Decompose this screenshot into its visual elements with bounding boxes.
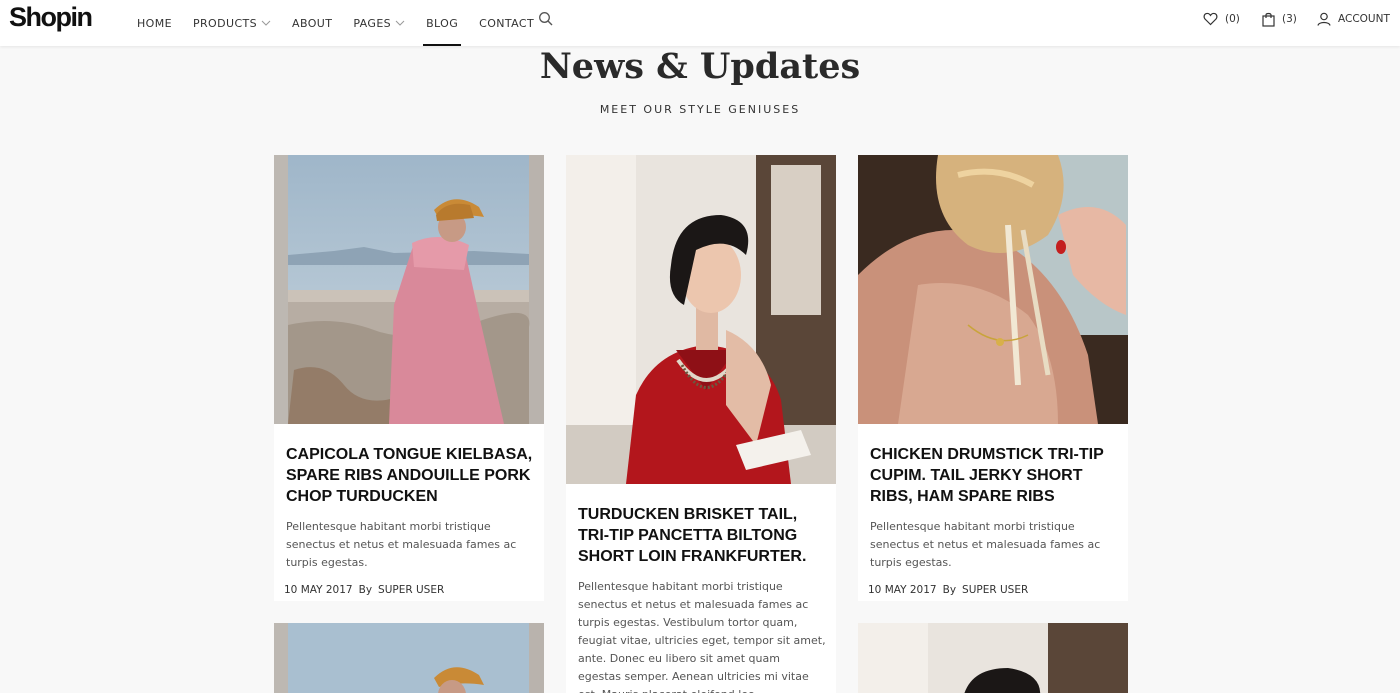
heart-icon: [1203, 12, 1218, 26]
chevron-down-icon: [261, 20, 271, 26]
logo[interactable]: Shopin: [9, 2, 93, 33]
nav-products-label: PRODUCTS: [192, 16, 258, 30]
post-title[interactable]: CHICKEN DRUMSTICK TRI-TIP CUPIM. TAIL JE…: [870, 444, 1118, 507]
post-image-woman-red-shirt: [858, 623, 1128, 693]
post-meta: 10 MAY 2017 By SUPER USER: [284, 584, 534, 596]
post-excerpt: Pellentesque habitant morbi tristique se…: [870, 520, 1101, 569]
cart-count: (3): [1282, 13, 1297, 25]
post-excerpt: Pellentesque habitant morbi tristique se…: [578, 580, 826, 693]
post-author[interactable]: SUPER USER: [378, 584, 444, 596]
post-by: By: [942, 584, 957, 596]
post-image[interactable]: [858, 155, 1128, 424]
cart-button[interactable]: (3): [1262, 0, 1297, 38]
shopping-bag-icon: [1262, 12, 1275, 27]
section-title: News & Updates: [539, 46, 861, 87]
nav-contact-label: CONTACT: [479, 16, 535, 30]
nav-blog-label: BLOG: [426, 16, 459, 30]
post-image-blonde-updo: [858, 155, 1128, 424]
post-title[interactable]: TURDUCKEN BRISKET TAIL, TRI-TIP PANCETTA…: [578, 504, 826, 567]
blog-card: CAPICOLA TONGUE KIELBASA, SPARE RIBS AND…: [274, 155, 544, 601]
post-image[interactable]: [858, 623, 1128, 693]
post-image-woman-red-shirt: [566, 155, 836, 484]
post-body: CAPICOLA TONGUE KIELBASA, SPARE RIBS AND…: [284, 444, 534, 596]
post-excerpt: Pellentesque habitant morbi tristique se…: [286, 520, 517, 569]
site-header: Shopin HOME PRODUCTS ABOUT PAGES BLOG CO…: [0, 0, 1400, 46]
blog-card: CHICKEN DRUMSTICK TRI-TIP CUPIM. TAIL JE…: [858, 155, 1128, 601]
blog-card: [274, 623, 544, 693]
nav-contact[interactable]: CONTACT: [479, 0, 534, 46]
post-body: CHICKEN DRUMSTICK TRI-TIP CUPIM. TAIL JE…: [868, 444, 1118, 596]
post-date: 10 MAY 2017: [284, 584, 353, 596]
search-icon[interactable]: [538, 11, 554, 27]
nav-about-label: ABOUT: [292, 16, 333, 30]
post-meta: 10 MAY 2017 By SUPER USER: [868, 584, 1118, 596]
blog-card: [858, 623, 1128, 693]
account-label: ACCOUNT: [1338, 13, 1390, 25]
post-image-woman-pink-dress: [274, 623, 544, 693]
blog-card: TURDUCKEN BRISKET TAIL, TRI-TIP PANCETTA…: [566, 155, 836, 693]
post-date: 10 MAY 2017: [868, 584, 937, 596]
nav-home[interactable]: HOME: [137, 0, 172, 46]
main-nav: HOME PRODUCTS ABOUT PAGES BLOG CONTACT: [137, 0, 555, 46]
nav-about[interactable]: ABOUT: [292, 0, 332, 46]
nav-pages[interactable]: PAGES: [353, 0, 405, 46]
nav-home-label: HOME: [137, 16, 172, 30]
nav-blog[interactable]: BLOG: [423, 0, 462, 46]
post-image[interactable]: [566, 155, 836, 484]
wishlist-button[interactable]: (0): [1203, 0, 1240, 38]
post-author[interactable]: SUPER USER: [962, 584, 1028, 596]
post-image-woman-pink-dress: [274, 155, 544, 424]
nav-products[interactable]: PRODUCTS: [193, 0, 271, 46]
post-body: TURDUCKEN BRISKET TAIL, TRI-TIP PANCETTA…: [578, 504, 826, 693]
section-subtitle: MEET OUR STYLE GENIUSES: [599, 103, 801, 116]
account-button[interactable]: ACCOUNT: [1317, 0, 1390, 38]
post-by: By: [358, 584, 373, 596]
chevron-down-icon: [395, 20, 405, 26]
wishlist-count: (0): [1225, 13, 1240, 25]
nav-pages-label: PAGES: [353, 16, 392, 30]
post-image[interactable]: [274, 623, 544, 693]
post-image[interactable]: [274, 155, 544, 424]
user-icon: [1317, 12, 1331, 26]
post-title[interactable]: CAPICOLA TONGUE KIELBASA, SPARE RIBS AND…: [286, 444, 534, 507]
